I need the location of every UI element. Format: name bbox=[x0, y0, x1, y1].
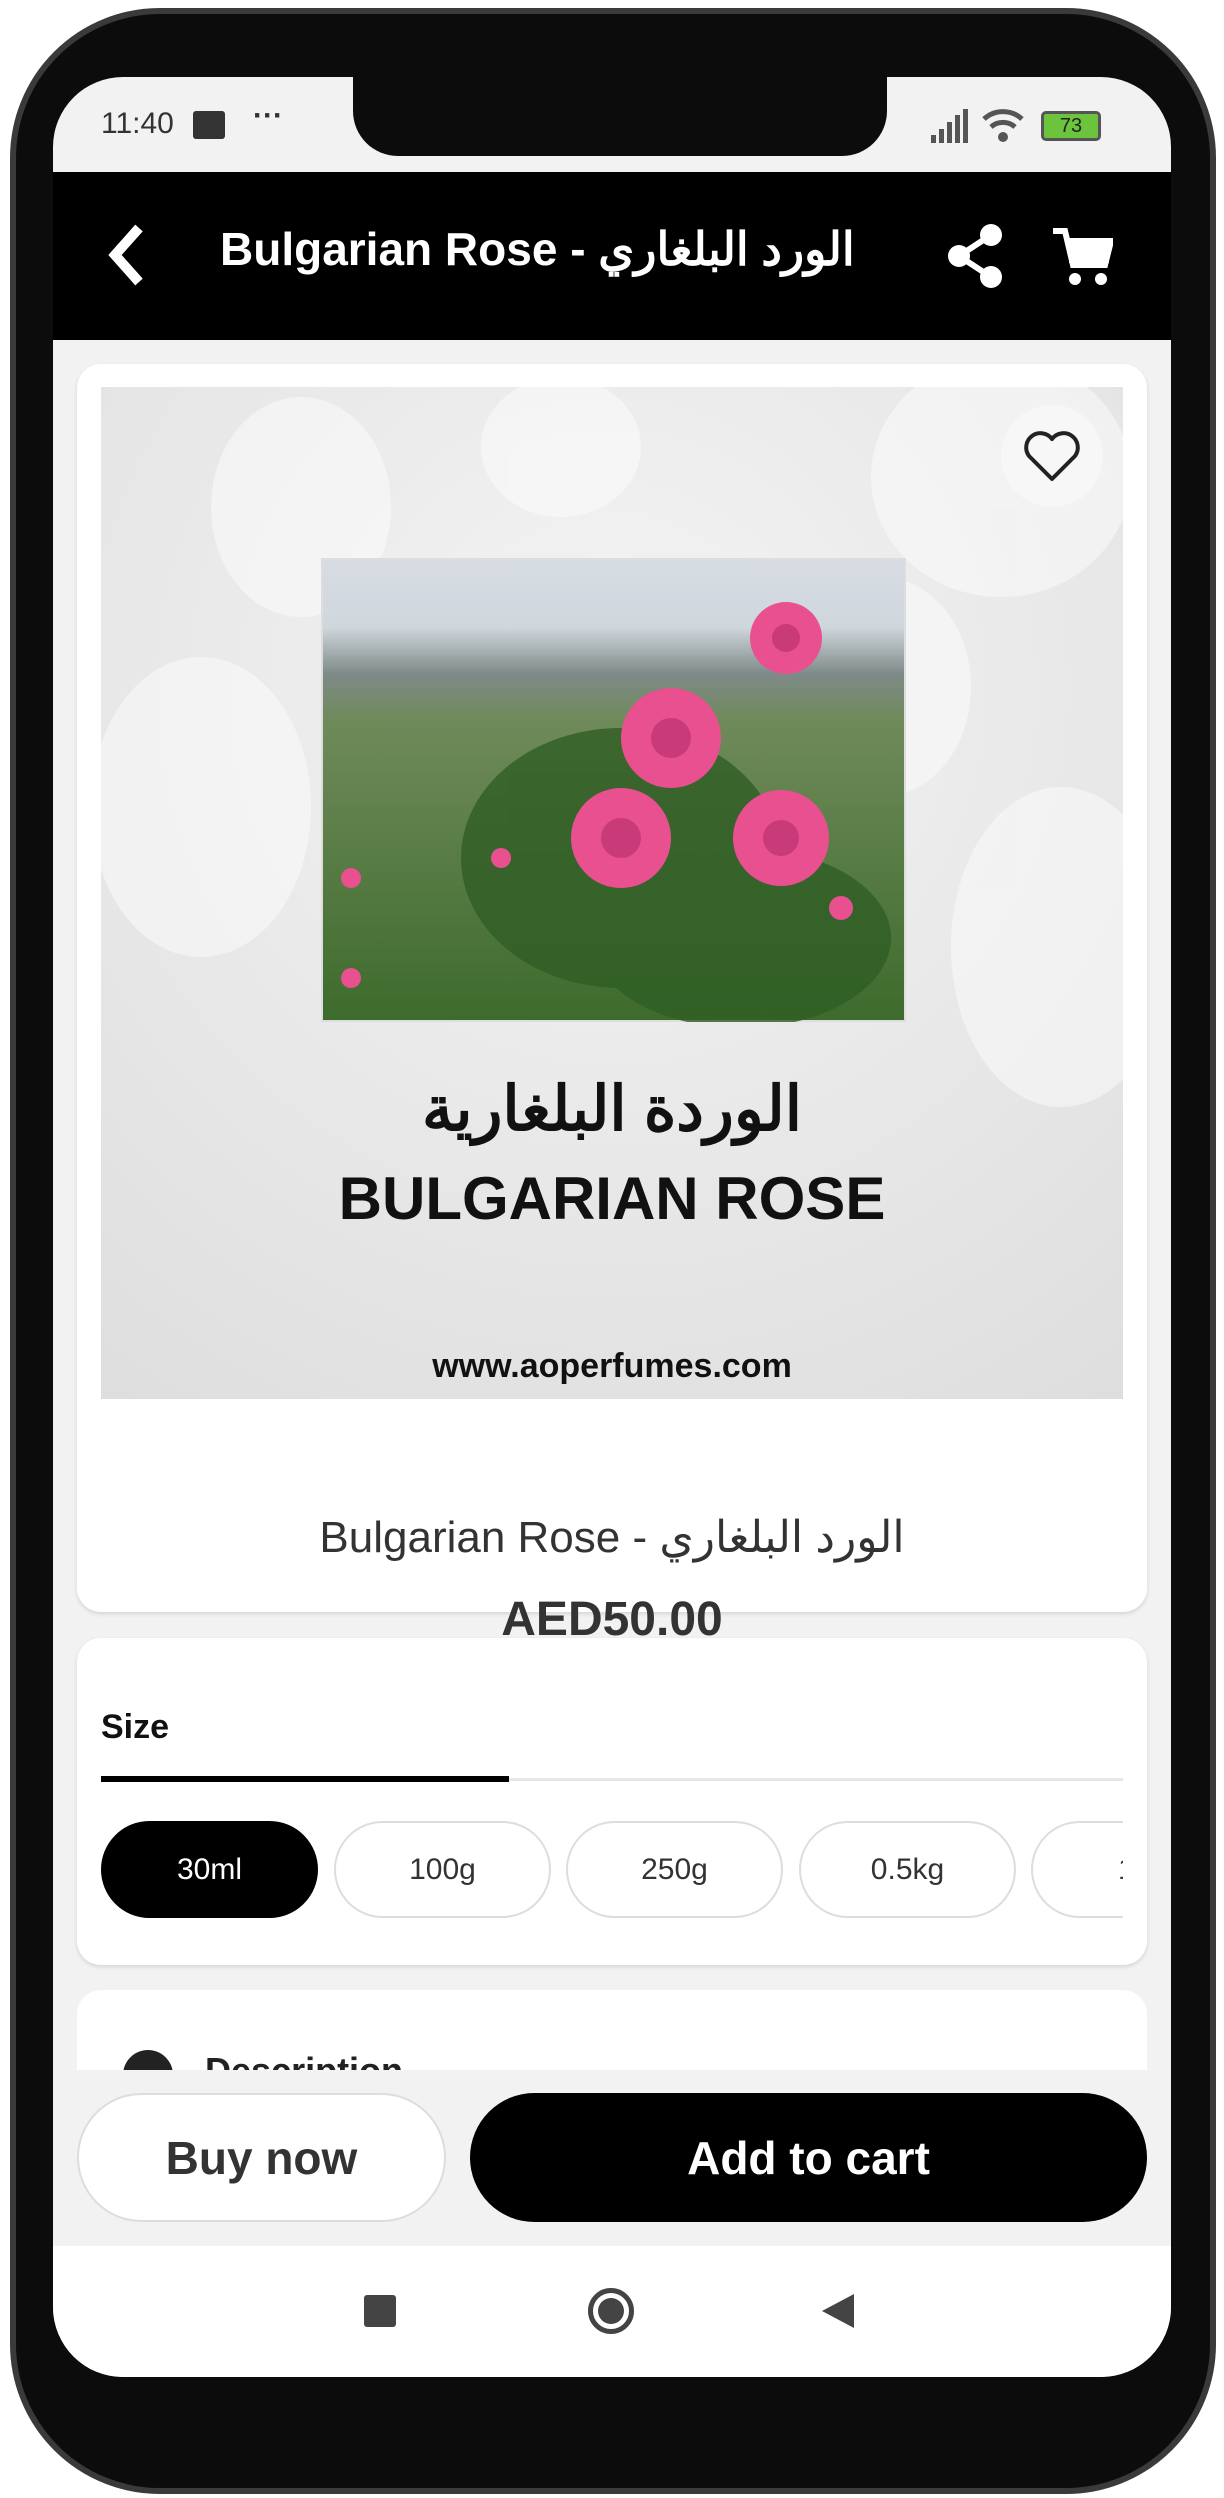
back-icon[interactable] bbox=[105, 222, 149, 288]
info-icon bbox=[123, 2050, 173, 2070]
cart-icon[interactable] bbox=[1051, 227, 1113, 287]
home-circle-icon[interactable] bbox=[588, 2288, 634, 2334]
recents-square-icon[interactable] bbox=[364, 2295, 396, 2327]
image-url-text: www.aoperfumes.com bbox=[432, 1347, 792, 1385]
camera-notch bbox=[353, 77, 887, 156]
rose-photo bbox=[321, 558, 906, 1022]
back-triangle-icon[interactable] bbox=[820, 2292, 856, 2330]
signal-icon bbox=[931, 109, 968, 143]
status-time: 11:40 bbox=[101, 107, 174, 140]
image-english-text: BULGARIAN ROSE bbox=[338, 1165, 886, 1232]
size-option-30ml[interactable]: 30ml bbox=[101, 1821, 318, 1918]
product-name: Bulgarian Rose - الورد البلغاري bbox=[319, 1513, 905, 1562]
size-option-0-5kg[interactable]: 0.5kg bbox=[799, 1821, 1016, 1918]
share-icon[interactable] bbox=[947, 224, 1003, 288]
size-card: Size 30ml 100g 250g 0.5kg 1 bbox=[77, 1638, 1147, 1965]
size-option-1[interactable]: 1 bbox=[1031, 1821, 1123, 1918]
more-dots-icon: ··· bbox=[253, 99, 283, 132]
page-title: Bulgarian Rose - الورد البلغاري bbox=[220, 223, 855, 275]
heart-outline-icon bbox=[1024, 431, 1080, 481]
wifi-icon bbox=[982, 109, 1024, 142]
size-option-250g[interactable]: 250g bbox=[566, 1821, 783, 1918]
add-to-cart-button[interactable]: Add to cart bbox=[470, 2093, 1147, 2222]
size-options: 30ml 100g 250g 0.5kg 1 bbox=[101, 1638, 1123, 1965]
description-card[interactable]: Description bbox=[77, 1990, 1147, 2070]
message-icon bbox=[193, 111, 225, 139]
system-nav-bar bbox=[53, 2246, 1171, 2377]
product-image[interactable]: الوردة البلغارية BULGARIAN ROSE www.aope… bbox=[101, 387, 1123, 1399]
buy-now-button[interactable]: Buy now bbox=[77, 2093, 446, 2222]
product-card: الوردة البلغارية BULGARIAN ROSE www.aope… bbox=[77, 364, 1147, 1646]
favorite-button[interactable] bbox=[1001, 405, 1103, 507]
screen: 11:40 ··· 73 Bulgarian Rose - الورد البل… bbox=[53, 77, 1171, 2377]
description-label: Description bbox=[205, 2050, 403, 2070]
image-arabic-text: الوردة البلغارية bbox=[422, 1075, 802, 1144]
app-header: Bulgarian Rose - الورد البلغاري bbox=[53, 172, 1171, 340]
size-option-100g[interactable]: 100g bbox=[334, 1821, 551, 1918]
battery-icon: 73 bbox=[1041, 111, 1101, 141]
